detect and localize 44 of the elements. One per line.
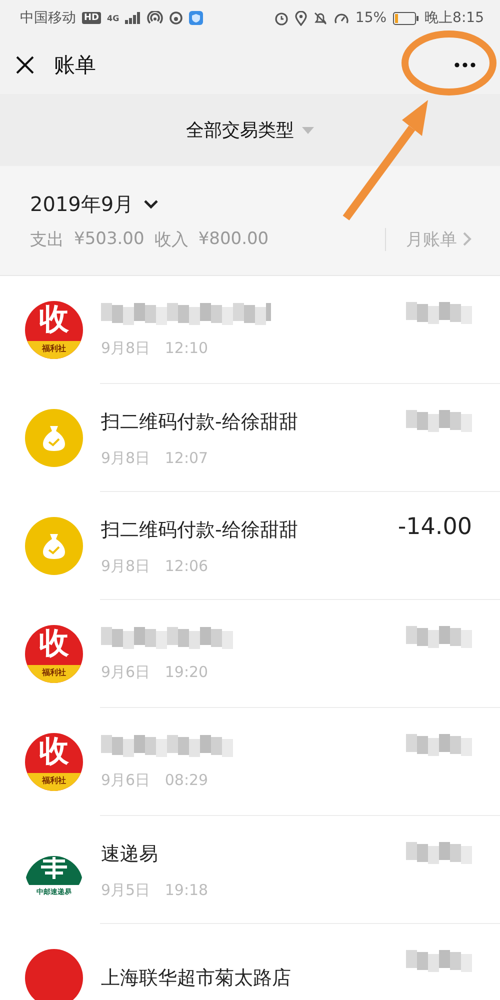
transaction-date: 9月5日 19:18 bbox=[101, 880, 210, 900]
chevron-down-icon[interactable] bbox=[144, 200, 158, 208]
expense-total: ¥503.00 bbox=[74, 229, 144, 249]
transaction-amount: -14.00 bbox=[398, 514, 472, 540]
avatar-caption: 福利社 bbox=[25, 341, 83, 359]
transaction-type-filter[interactable]: 全部交易类型 bbox=[186, 118, 294, 142]
clock-time: 晚上8:15 bbox=[424, 9, 484, 27]
transaction-date: 9月8日 12:10 bbox=[101, 338, 210, 358]
transaction-date: 9月8日 12:06 bbox=[101, 556, 210, 576]
close-icon[interactable] bbox=[16, 56, 34, 74]
transaction-title: 扫二维码付款-给徐甜甜 bbox=[101, 410, 299, 434]
avatar-text: 收 bbox=[39, 305, 69, 335]
income-label: 收入 bbox=[154, 228, 188, 250]
signal-icon bbox=[125, 12, 142, 24]
mute-bell-icon bbox=[313, 10, 328, 26]
transaction-title: 速递易 bbox=[101, 842, 159, 866]
page-title: 账单 bbox=[54, 52, 96, 79]
carrier-name: 中国移动 bbox=[20, 9, 76, 27]
money-bag-icon bbox=[41, 532, 67, 560]
avatar-caption: 福利社 bbox=[25, 773, 83, 791]
avatar-text: 收 bbox=[39, 629, 69, 659]
transaction-title: 扫二维码付款-给徐甜甜 bbox=[101, 518, 299, 542]
transaction-date: 9月6日 19:20 bbox=[101, 662, 210, 682]
income-total: ¥800.00 bbox=[198, 229, 269, 249]
dropdown-triangle-icon bbox=[302, 126, 314, 134]
battery-icon bbox=[392, 12, 419, 24]
shop-avatar bbox=[25, 949, 83, 1000]
month-selector[interactable]: 2019年9月 bbox=[30, 190, 134, 218]
transaction-date: 9月6日 08:29 bbox=[101, 770, 210, 790]
transaction-title: 上海联华超市菊太路店 bbox=[101, 966, 292, 991]
avatar-text: 收 bbox=[39, 737, 69, 767]
money-bag-icon bbox=[41, 424, 67, 452]
location-icon bbox=[295, 10, 308, 26]
transaction-date: 9月8日 12:07 bbox=[101, 448, 210, 468]
hd-badge: HD bbox=[82, 12, 102, 24]
chevron-right-icon bbox=[463, 232, 472, 246]
alarm-icon bbox=[274, 10, 290, 26]
shield-icon bbox=[189, 11, 204, 25]
expense-label: 支出 bbox=[30, 228, 64, 250]
more-icon[interactable] bbox=[454, 62, 476, 68]
battery-percent: 15% bbox=[355, 10, 387, 26]
network-type: 4G bbox=[107, 14, 120, 22]
avatar-caption: 福利社 bbox=[25, 665, 83, 683]
hotspot-icon bbox=[147, 11, 164, 25]
